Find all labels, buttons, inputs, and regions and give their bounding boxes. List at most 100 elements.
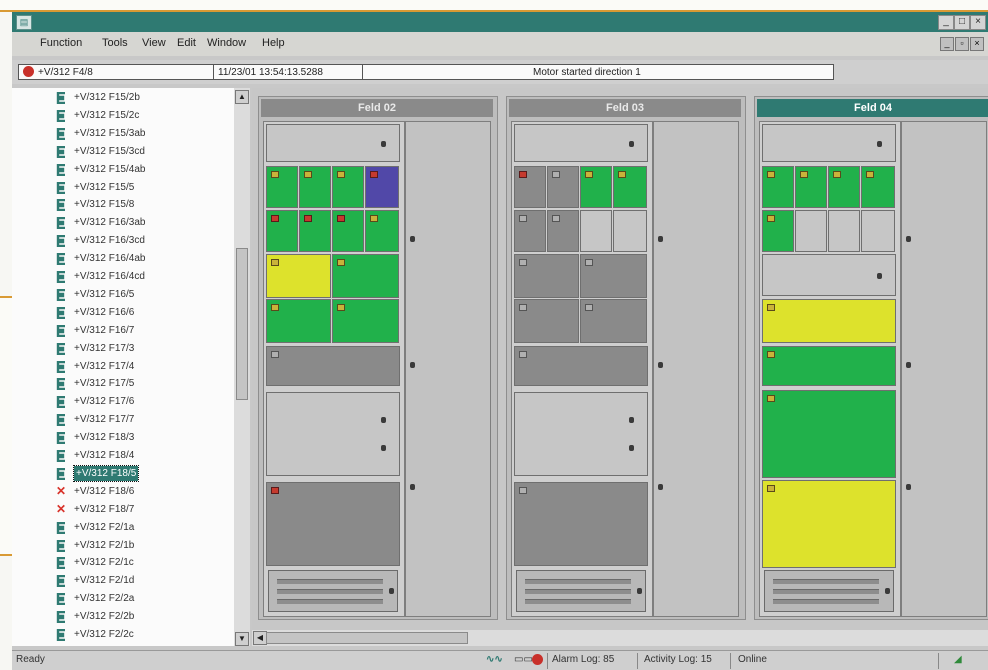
tree-item[interactable]: +V/312 F18/3 [12,430,234,445]
close-button[interactable]: × [970,15,986,30]
tree-item[interactable]: +V/312 F15/2b [12,90,234,105]
module-cell[interactable] [547,166,579,208]
module-cell[interactable] [514,166,546,208]
tree-item[interactable]: +V/312 F16/3cd [12,233,234,248]
compartment-cell[interactable] [795,210,827,252]
tree-item[interactable]: +V/312 F2/1a [12,520,234,535]
compartment-cell[interactable] [514,392,648,476]
module-cell[interactable] [266,166,298,208]
mdi-minimize-button[interactable]: _ [940,37,954,51]
module-cell[interactable] [299,166,331,208]
tree-item[interactable]: +V/312 F2/1b [12,538,234,553]
tree-item[interactable]: +V/312 F16/5 [12,287,234,302]
drawer-unit[interactable] [268,570,398,612]
module-cell[interactable] [762,390,896,478]
tree-item[interactable]: ✕ +V/312 F18/7 [12,502,234,517]
scroll-up-icon[interactable]: ▲ [235,90,249,104]
module-cell[interactable] [580,254,647,298]
module-cell[interactable] [613,166,647,208]
mdi-close-button[interactable]: × [970,37,984,51]
tree-item[interactable]: +V/312 F17/6 [12,394,234,409]
tree-item[interactable]: +V/312 F17/3 [12,341,234,356]
menu-function[interactable]: Function [40,37,82,49]
compartment-cell[interactable] [613,210,647,252]
module-cell[interactable] [266,346,400,386]
tree-item[interactable]: +V/312 F17/7 [12,412,234,427]
module-cell[interactable] [762,480,896,568]
module-cell[interactable] [332,299,399,343]
module-cell[interactable] [762,166,794,208]
module-cell[interactable] [299,210,331,252]
tree-item[interactable]: +V/312 F2/2c [12,627,234,642]
tree-item[interactable]: +V/312 F16/4ab [12,251,234,266]
network-icon[interactable]: ▭▭ [514,654,533,665]
activity-log[interactable]: Activity Log: 15 [644,654,712,665]
module-cell[interactable] [266,482,400,566]
module-cell[interactable] [762,299,896,343]
module-cell[interactable] [514,254,579,298]
cabinet-feld-02[interactable]: Feld 02 [258,96,498,620]
cabinet-feld-04[interactable]: Feld 04 [754,96,988,620]
module-cell[interactable] [795,166,827,208]
mdi-restore-button[interactable]: ▫ [955,37,969,51]
compartment-cell[interactable] [762,124,896,162]
signal-icon[interactable]: ∿∿ [486,654,503,665]
minimize-button[interactable]: _ [938,15,954,30]
tree-item[interactable]: +V/312 F15/5 [12,180,234,195]
compartment-cell[interactable] [828,210,860,252]
compartment-cell[interactable] [266,392,400,476]
module-cell[interactable] [762,210,794,252]
tree-item[interactable]: +V/312 F2/1d [12,573,234,588]
current-item-field[interactable]: +V/312 F4/8 [18,64,214,80]
scroll-left-icon[interactable]: ◀ [253,631,267,645]
tree-item[interactable]: +V/312 F15/2c [12,108,234,123]
module-cell[interactable] [580,299,647,343]
module-cell[interactable] [547,210,579,252]
tree-item[interactable]: ✕ +V/312 F18/6 [12,484,234,499]
tree-item[interactable]: +V/312 F16/6 [12,305,234,320]
module-cell[interactable] [514,346,648,386]
tree-item[interactable]: +V/312 F2/1c [12,555,234,570]
app-icon[interactable]: ▤ [16,15,32,30]
module-cell[interactable] [365,210,399,252]
panel-horizontal-scrollbar[interactable]: ◀ [252,630,988,646]
tree-item[interactable]: +V/312 F18/5 [12,464,234,482]
menu-tools[interactable]: Tools [102,37,128,49]
module-cell[interactable] [266,210,298,252]
tree-item[interactable]: +V/312 F17/5 [12,376,234,391]
menu-edit[interactable]: Edit [177,37,196,49]
drawer-unit[interactable] [764,570,894,612]
tree-scroll-thumb[interactable] [236,248,248,400]
module-cell[interactable] [266,299,331,343]
compartment-cell[interactable] [266,124,400,162]
tree-item[interactable]: +V/312 F18/4 [12,448,234,463]
module-cell[interactable] [514,482,648,566]
compartment-cell[interactable] [861,210,895,252]
tree-item[interactable]: +V/312 F15/3ab [12,126,234,141]
tree-item[interactable]: +V/312 F15/3cd [12,144,234,159]
panel-scroll-thumb[interactable] [266,632,468,644]
module-cell[interactable] [514,299,579,343]
drawer-unit[interactable] [516,570,646,612]
cabinet-feld-03[interactable]: Feld 03 [506,96,746,620]
tree-item[interactable]: +V/312 F16/4cd [12,269,234,284]
module-cell[interactable] [266,254,331,298]
menu-window[interactable]: Window [207,37,246,49]
tree-item[interactable]: +V/312 F16/3ab [12,215,234,230]
tree-item[interactable]: +V/312 F2/2b [12,609,234,624]
tree-item[interactable]: +V/312 F17/4 [12,359,234,374]
module-cell[interactable] [332,254,399,298]
scroll-down-icon[interactable]: ▼ [235,632,249,646]
module-cell[interactable] [762,346,896,386]
tree-item[interactable]: +V/312 F2/2a [12,591,234,606]
menu-help[interactable]: Help [262,37,285,49]
module-cell[interactable] [332,166,364,208]
tree-item[interactable]: +V/312 F15/8 [12,197,234,212]
tree-vertical-scrollbar[interactable]: ▲ ▼ [234,88,250,646]
alarm-status-icon[interactable] [532,654,543,666]
compartment-cell[interactable] [514,124,648,162]
resize-grip-icon[interactable]: ◢ [954,654,962,665]
module-cell[interactable] [514,210,546,252]
alarm-log[interactable]: Alarm Log: 85 [552,654,614,665]
tree-item[interactable]: +V/312 F15/4ab [12,162,234,177]
